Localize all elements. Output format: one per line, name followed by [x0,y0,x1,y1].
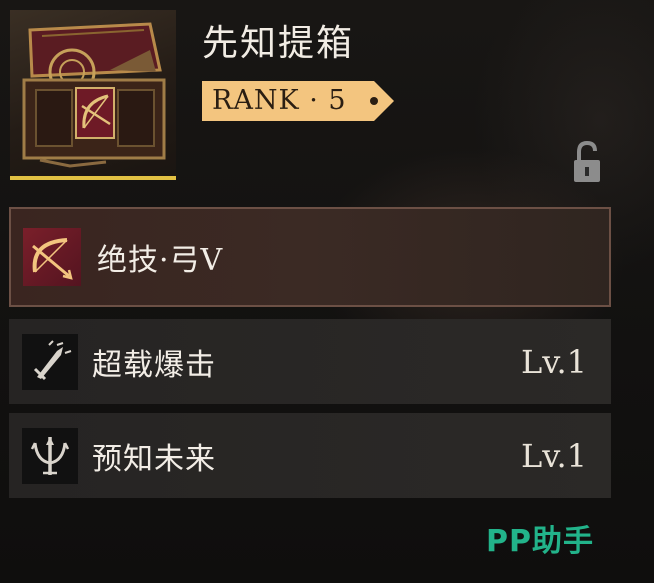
skill-row-selected[interactable]: 绝技·弓V [9,207,611,307]
item-title: 先知提箱 [202,23,355,64]
sword-burst-icon [22,333,78,390]
treasure-chest-icon [22,22,166,168]
bow-arrow-icon [23,228,81,286]
trident-icon [22,427,78,484]
skill-level: Lv.1 [520,342,587,381]
rank-label: RANK · 5 [212,85,347,116]
item-portrait[interactable] [10,10,176,180]
skill-row[interactable]: 超载爆击 Lv.1 [9,319,611,404]
skill-row[interactable]: 预知未来 Lv.1 [9,413,611,498]
skill-name: 绝技·弓V [97,243,224,278]
unlocked-padlock-icon[interactable] [572,140,602,184]
watermark-logo: PP助手 [486,524,594,559]
rank-badge: RANK · 5 [202,81,394,121]
skill-name: 超载爆击 [92,347,216,383]
skill-level: Lv.1 [520,436,587,475]
skill-name: 预知未来 [92,441,216,477]
